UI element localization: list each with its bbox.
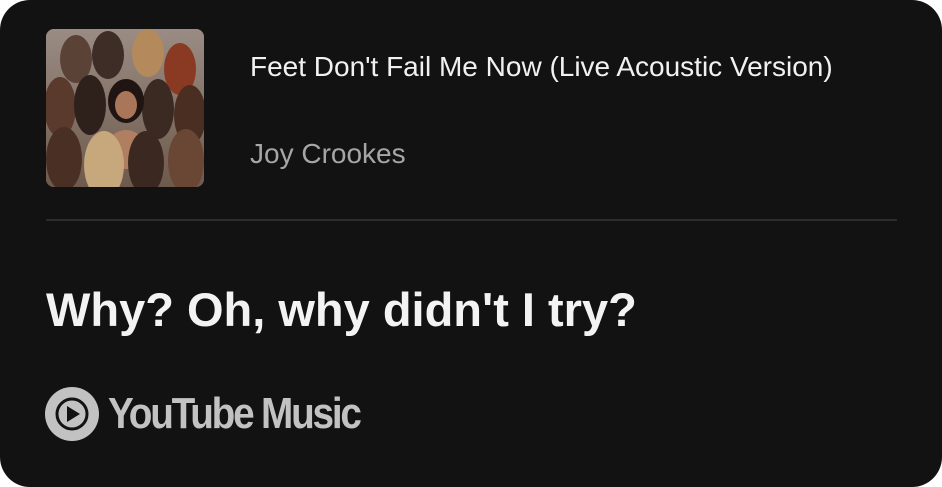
track-artist: Joy Crookes — [250, 138, 406, 169]
lyric-share-card: Feet Don't Fail Me Now (Live Acoustic Ve… — [0, 0, 942, 487]
track-title: Feet Don't Fail Me Now (Live Acoustic Ve… — [250, 51, 833, 82]
youtube-music-play-icon — [45, 387, 99, 441]
divider — [46, 219, 897, 221]
lyric-line: Why? Oh, why didn't I try? — [46, 283, 637, 336]
brand-name: YouTube Music — [108, 389, 362, 438]
album-art — [46, 29, 204, 187]
youtube-music-logo: YouTube Music — [44, 386, 394, 442]
